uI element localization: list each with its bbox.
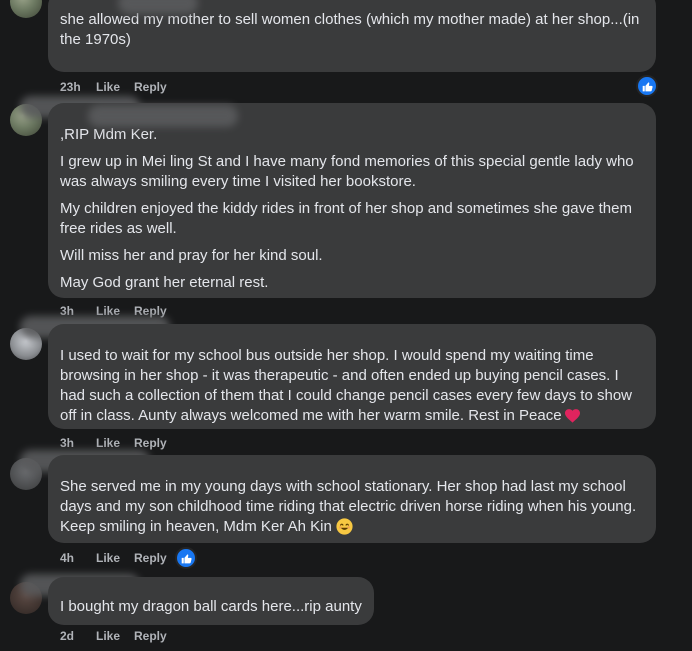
comment-bubble: ,RIP Mdm Ker. I grew up in Mei ling St a… (48, 103, 656, 298)
timestamp[interactable]: 4h (60, 551, 96, 565)
comment-text: She served me in my young days with scho… (60, 477, 644, 541)
thumbs-up-icon[interactable] (636, 75, 658, 97)
comment-line: ,RIP Mdm Ker. (60, 126, 158, 143)
comment-actions: 4h Like Reply (60, 551, 167, 565)
like-button[interactable]: Like (96, 436, 134, 450)
timestamp[interactable]: 23h (60, 80, 96, 94)
comment-bubble: I used to wait for my school bus outside… (48, 324, 656, 429)
reply-button[interactable]: Reply (134, 436, 167, 450)
comment-line: Will miss her and pray for her kind soul… (60, 247, 323, 264)
timestamp[interactable]: 2d (60, 629, 96, 643)
comment-bubble: She served me in my young days with scho… (48, 455, 656, 543)
comment-bubble: I bought my dragon ball cards here...rip… (48, 577, 374, 625)
reply-button[interactable]: Reply (134, 629, 167, 643)
comment-line: I grew up in Mei ling St and I have many… (60, 153, 634, 190)
thumbs-up-icon[interactable] (175, 547, 197, 569)
like-button[interactable]: Like (96, 551, 134, 565)
commenter-name-extra (88, 105, 238, 127)
comment-line: I bought my dragon ball cards here...rip… (60, 598, 362, 615)
comment-text: I used to wait for my school bus outside… (60, 346, 644, 429)
comment-text-body: I used to wait for my school bus outside… (60, 347, 632, 424)
comment-line: May God grant her eternal rest. (60, 274, 269, 291)
commenter-name[interactable] (118, 0, 198, 14)
comment-line: My children enjoyed the kiddy rides in f… (60, 200, 632, 237)
reply-button[interactable]: Reply (134, 80, 167, 94)
comment-line: I used to wait for my school bus outside… (60, 346, 644, 429)
comment-text: ,RIP Mdm Ker. I grew up in Mei ling St a… (60, 125, 644, 293)
comment-text: I bought my dragon ball cards here...rip… (60, 597, 362, 617)
comment-line: she allowed my mother to sell women clot… (60, 11, 640, 48)
avatar[interactable] (10, 0, 42, 18)
comment-bubble: she allowed my mother to sell women clot… (48, 0, 656, 72)
like-button[interactable]: Like (96, 80, 134, 94)
comment-text: she allowed my mother to sell women clot… (60, 10, 644, 50)
smiling-face-icon (336, 518, 353, 541)
reply-button[interactable]: Reply (134, 551, 167, 565)
red-heart-icon (564, 409, 580, 429)
like-button[interactable]: Like (96, 629, 134, 643)
comment-actions: 23h Like Reply (60, 80, 167, 94)
comment-actions: 3h Like Reply (60, 436, 167, 450)
timestamp[interactable]: 3h (60, 436, 96, 450)
comment-line: She served me in my young days with scho… (60, 477, 644, 541)
comment-actions: 2d Like Reply (60, 629, 167, 643)
